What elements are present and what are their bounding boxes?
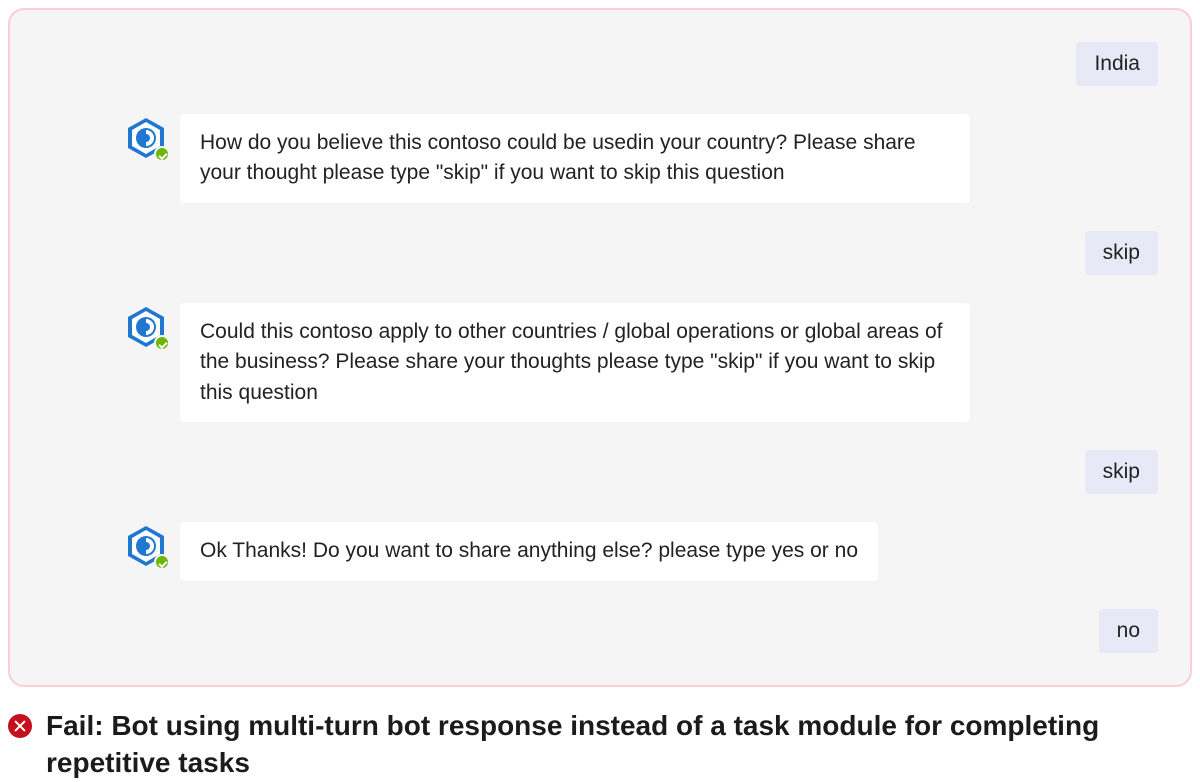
bot-avatar: [124, 524, 168, 568]
bot-message-bubble: How do you believe this contoso could be…: [180, 114, 970, 203]
bot-message-row: How do you believe this contoso could be…: [34, 114, 1166, 203]
chat-transcript: India How do you believe this contoso co…: [8, 8, 1192, 687]
user-message-bubble: India: [1076, 42, 1158, 86]
presence-available-icon: [154, 146, 170, 162]
user-message-row: skip: [34, 231, 1166, 275]
bot-avatar: [124, 305, 168, 349]
user-message-bubble: skip: [1085, 231, 1158, 275]
user-message-row: India: [34, 42, 1166, 86]
bot-message-bubble: Ok Thanks! Do you want to share anything…: [180, 522, 878, 580]
user-message-row: no: [34, 609, 1166, 653]
user-message-row: skip: [34, 450, 1166, 494]
user-message-bubble: skip: [1085, 450, 1158, 494]
bot-message-row: Could this contoso apply to other countr…: [34, 303, 1166, 422]
bot-message-bubble: Could this contoso apply to other countr…: [180, 303, 970, 422]
user-message-bubble: no: [1099, 609, 1158, 653]
bot-message-row: Ok Thanks! Do you want to share anything…: [34, 522, 1166, 580]
caption-text: Fail: Bot using multi-turn bot response …: [46, 707, 1106, 782]
caption: Fail: Bot using multi-turn bot response …: [8, 707, 1172, 782]
fail-icon: [8, 714, 32, 738]
presence-available-icon: [154, 335, 170, 351]
bot-avatar: [124, 116, 168, 160]
